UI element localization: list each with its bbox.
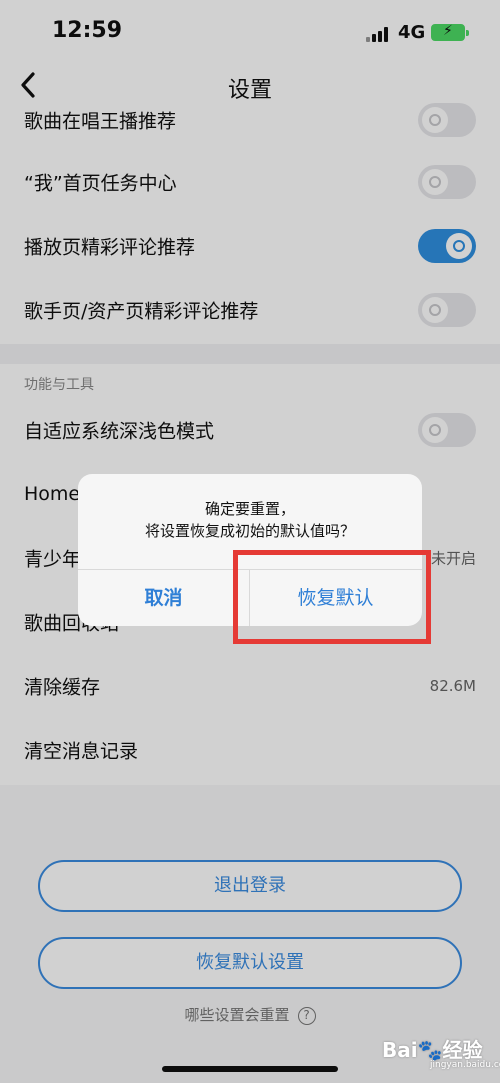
highlight-annotation xyxy=(233,550,431,644)
watermark-text: Bai🐾经验 xyxy=(382,1038,483,1062)
dialog-message: 确定要重置， 将设置恢复成初始的默认值吗？ xyxy=(78,498,422,542)
dialog-line-2: 将设置恢复成初始的默认值吗？ xyxy=(144,522,355,540)
baidu-watermark-logo: Bai🐾经验 jingyan.baidu.com xyxy=(372,1030,500,1074)
cancel-button[interactable]: 取消 xyxy=(78,570,249,626)
dialog-line-1: 确定要重置， xyxy=(204,500,295,518)
settings-screen: 12:59 4G ⚡ 设置 歌曲在唱王播推荐 “我”首页任务中心 播放页精彩评论… xyxy=(0,0,500,1083)
watermark-url: jingyan.baidu.com xyxy=(430,1060,500,1070)
